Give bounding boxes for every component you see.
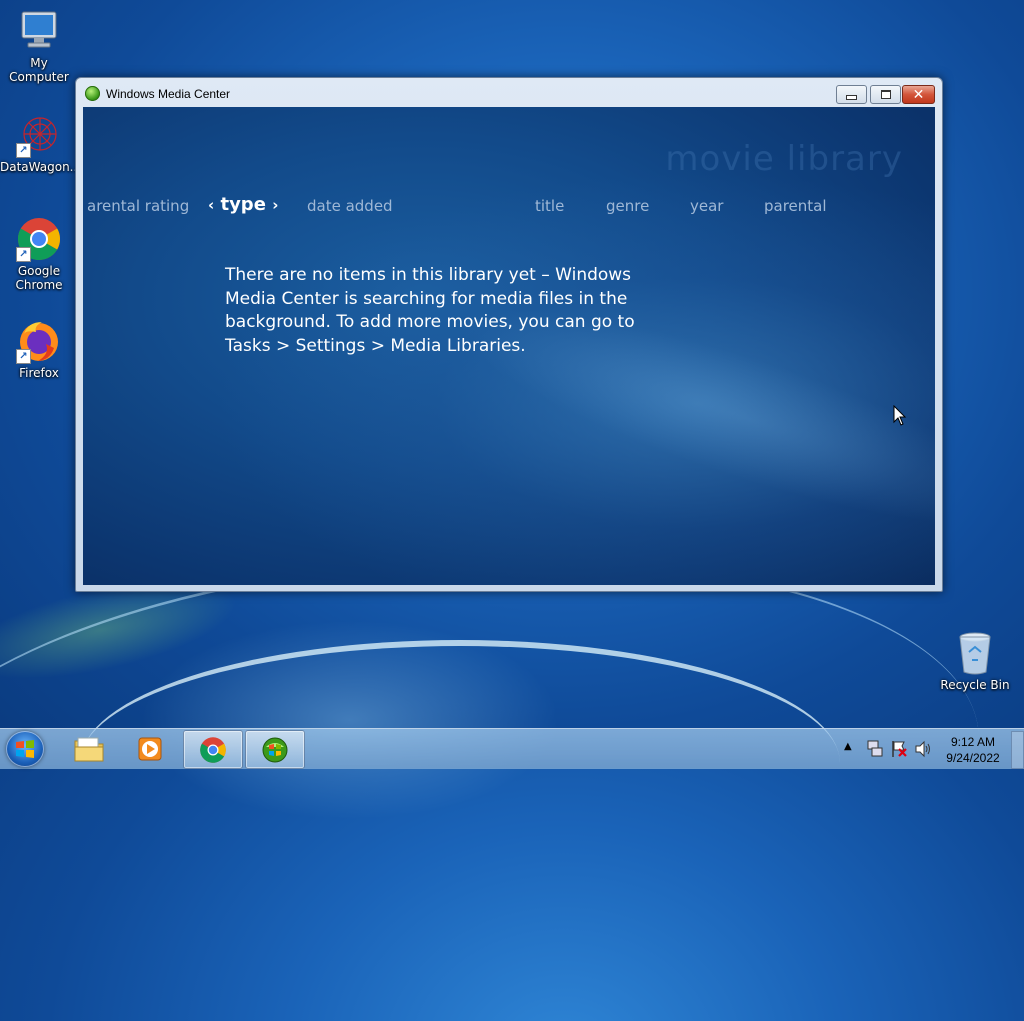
chevron-left-icon[interactable]: ‹: [208, 196, 214, 214]
clock-time: 9:12 AM: [950, 735, 996, 749]
sort-option-parental[interactable]: parental: [764, 197, 827, 215]
sort-option-title[interactable]: title: [535, 197, 564, 215]
empty-library-message: There are no items in this library yet –…: [225, 265, 635, 356]
start-button[interactable]: [6, 731, 44, 767]
library-title: movie library: [665, 139, 903, 179]
maximize-icon: [880, 90, 891, 99]
media-center-logo-icon: [85, 86, 100, 101]
desktop-icon-label: Recycle Bin: [940, 678, 1010, 692]
window-title: Windows Media Center: [106, 87, 231, 101]
firefox-icon: ↗: [16, 318, 62, 364]
close-button[interactable]: ✕: [902, 85, 935, 104]
close-icon: ✕: [912, 86, 925, 103]
tray-expand-icon[interactable]: ▲: [844, 741, 852, 781]
datawagon-icon: ↗: [16, 112, 62, 158]
sort-bar: arental rating ‹ type › date added title…: [83, 194, 935, 218]
desktop-icon-google-chrome[interactable]: ↗ Google Chrome: [0, 216, 78, 292]
network-icon[interactable]: [866, 739, 884, 779]
taskbar-explorer-button[interactable]: [60, 730, 118, 767]
sort-current-label: type: [220, 194, 266, 215]
window-titlebar[interactable]: Windows Media Center ✕: [76, 78, 942, 107]
maximize-button[interactable]: [870, 85, 901, 104]
mouse-cursor-icon: [893, 404, 907, 431]
sort-current-selector[interactable]: ‹ type ›: [208, 194, 278, 215]
desktop-icon-datawagon[interactable]: ↗ DataWagon...: [0, 112, 82, 174]
minimize-button[interactable]: [836, 85, 867, 104]
sort-option-year[interactable]: year: [690, 197, 723, 215]
sort-option-genre[interactable]: genre: [606, 197, 649, 215]
show-desktop-button[interactable]: [1011, 731, 1024, 769]
folder-icon: [74, 737, 104, 761]
shortcut-arrow-icon: ↗: [16, 349, 31, 364]
media-center-logo-icon: [262, 737, 288, 762]
recycle-bin-icon: [952, 630, 998, 676]
desktop-icon-label: My Computer: [9, 56, 69, 84]
chrome-icon: ↗: [16, 216, 62, 262]
media-player-icon: [138, 737, 162, 760]
shortcut-arrow-icon: ↗: [16, 247, 31, 262]
minimize-icon: [846, 95, 857, 100]
desktop-icon-label: DataWagon...: [0, 160, 82, 174]
taskbar-clock[interactable]: 9:12 AM 9/24/2022: [935, 734, 1011, 766]
desktop-icon-label: Firefox: [19, 366, 59, 380]
clock-date: 9/24/2022: [946, 751, 1000, 765]
windows-logo-icon: [16, 740, 34, 758]
action-center-flag-icon[interactable]: [890, 739, 908, 779]
taskbar-chrome-button[interactable]: [183, 730, 243, 769]
shortcut-arrow-icon: ↗: [16, 143, 31, 158]
taskbar: ▲ 9:12 AM 9/24/2022: [0, 728, 1024, 769]
media-center-window[interactable]: Windows Media Center ✕ movie library are…: [75, 77, 943, 592]
chrome-icon: [200, 736, 226, 763]
desktop-icon-my-computer[interactable]: My Computer: [0, 8, 78, 84]
desktop-wallpaper-light: [140, 620, 560, 820]
volume-icon[interactable]: [914, 739, 932, 779]
desktop-icon-label: Google Chrome: [15, 264, 63, 292]
chevron-right-icon[interactable]: ›: [272, 196, 278, 214]
desktop-icon-recycle-bin[interactable]: Recycle Bin: [936, 630, 1014, 692]
desktop-icon-firefox[interactable]: ↗ Firefox: [0, 318, 78, 380]
sort-option-parental-rating[interactable]: arental rating: [87, 197, 189, 215]
media-center-content: movie library arental rating ‹ type › da…: [83, 107, 935, 585]
taskbar-media-player-button[interactable]: [121, 730, 179, 767]
taskbar-media-center-button[interactable]: [245, 730, 305, 769]
computer-icon: [16, 8, 62, 54]
sort-option-date-added[interactable]: date added: [307, 197, 393, 215]
